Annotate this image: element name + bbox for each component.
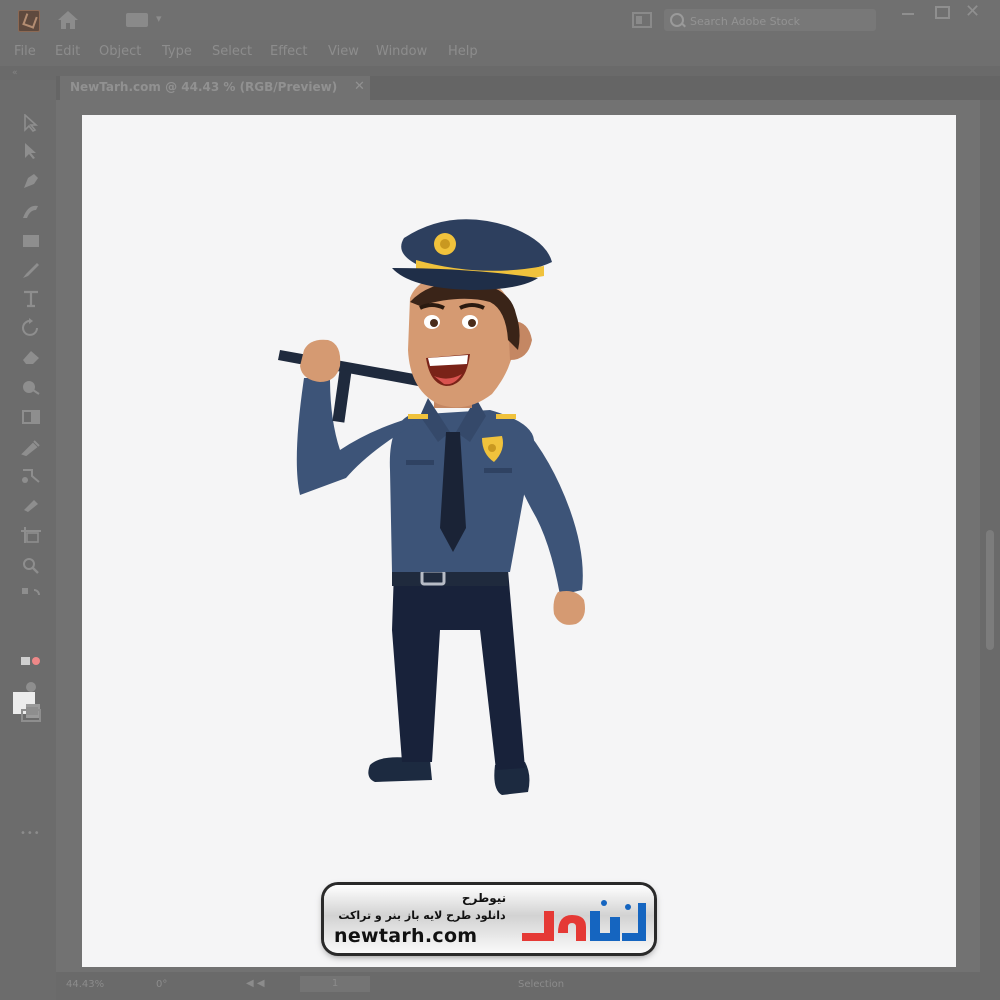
artboard-tool-icon[interactable]: [20, 526, 42, 544]
color-mode-icon[interactable]: [20, 652, 42, 670]
maximize-button[interactable]: [935, 6, 950, 19]
menu-type[interactable]: Type: [162, 44, 192, 59]
rotation-angle[interactable]: 0°: [156, 979, 167, 990]
search-icon: [670, 13, 684, 27]
edit-toolbar-icon[interactable]: •••: [20, 828, 41, 839]
pocket-left: [406, 460, 434, 465]
search-input[interactable]: [688, 12, 872, 30]
baton-handle: [332, 369, 352, 423]
epaulet-right: [496, 414, 516, 419]
menu-select[interactable]: Select: [212, 44, 252, 59]
gradient-tool-icon[interactable]: [20, 408, 42, 426]
menu-bar: File Edit Object Type Select Effect View…: [0, 40, 1000, 66]
right-fist: [553, 591, 585, 625]
document-tab-bar: NewTarh.com @ 44.43 % (RGB/Preview) ✕: [56, 76, 1000, 100]
arrange-documents-icon[interactable]: [632, 12, 652, 28]
panel-collapse-handle[interactable]: «: [12, 68, 19, 78]
menu-edit[interactable]: Edit: [55, 44, 80, 59]
symbol-sprayer-tool-icon[interactable]: [20, 496, 42, 514]
rectangle-tool-icon[interactable]: [20, 232, 42, 250]
selection-tool-icon[interactable]: [20, 113, 42, 133]
status-bar: 44.43% 0° ◀ ◀ 1 Selection: [56, 972, 1000, 1000]
eyedropper-tool-icon[interactable]: [20, 438, 42, 457]
drawing-mode-icon[interactable]: [20, 678, 42, 696]
epaulet-left: [408, 414, 428, 419]
scroll-thumb[interactable]: [986, 530, 994, 650]
pocket-right: [484, 468, 512, 473]
menu-view[interactable]: View: [328, 44, 359, 59]
watermark-subtitle: دانلود طرح لایه باز بنر و تراکت: [338, 909, 506, 922]
artboard-number[interactable]: 1: [300, 976, 370, 992]
menu-effect[interactable]: Effect: [270, 44, 307, 59]
police-officer-illustration[interactable]: [270, 210, 600, 800]
close-tab-icon[interactable]: ✕: [354, 79, 365, 94]
document-tab-label: NewTarh.com @ 44.43 % (RGB/Preview): [70, 80, 338, 94]
current-tool-label: Selection: [518, 979, 565, 990]
watermark-url: newtarh.com: [334, 925, 478, 947]
zoom-tool-icon[interactable]: [20, 556, 42, 574]
default-colors-icon[interactable]: [20, 586, 42, 604]
tools-panel: •••: [0, 80, 56, 1000]
screen-mode-icon[interactable]: [20, 706, 42, 724]
type-tool-icon[interactable]: [20, 290, 42, 308]
zoom-level[interactable]: 44.43%: [66, 979, 104, 990]
menu-help[interactable]: Help: [448, 44, 478, 59]
home-icon[interactable]: [56, 10, 80, 30]
curvature-tool-icon[interactable]: [20, 202, 42, 220]
menu-object[interactable]: Object: [99, 44, 141, 59]
chevron-down-icon[interactable]: ▾: [156, 12, 162, 25]
shape-builder-tool-icon[interactable]: [20, 378, 42, 396]
workspace-switcher-icon[interactable]: [126, 13, 148, 27]
vertical-scrollbar[interactable]: [980, 100, 1000, 972]
blend-tool-icon[interactable]: [20, 466, 42, 484]
pen-tool-icon[interactable]: [20, 172, 42, 190]
menu-window[interactable]: Window: [376, 44, 427, 59]
document-tab[interactable]: NewTarh.com @ 44.43 % (RGB/Preview) ✕: [60, 76, 370, 100]
left-hand: [300, 339, 341, 382]
artboard-nav-prev[interactable]: ◀ ◀: [246, 978, 265, 989]
paintbrush-tool-icon[interactable]: [20, 262, 42, 280]
illustrator-logo-icon: [18, 10, 40, 32]
direct-selection-tool-icon[interactable]: [20, 142, 42, 160]
pants: [392, 570, 525, 770]
newtarh-watermark: نیوطرح دانلود طرح لایه باز بنر و تراکت n…: [324, 885, 654, 953]
menu-file[interactable]: File: [14, 44, 36, 59]
app-bar: ▾ ✕: [0, 0, 1000, 40]
search-box[interactable]: [664, 9, 876, 31]
newtarh-logo-icon: [522, 900, 646, 941]
watermark-title: نیوطرح: [461, 891, 507, 905]
close-window-button[interactable]: ✕: [965, 2, 980, 22]
minimize-button[interactable]: [902, 13, 914, 15]
eraser-tool-icon[interactable]: [20, 348, 42, 366]
rotate-tool-icon[interactable]: [20, 318, 42, 336]
